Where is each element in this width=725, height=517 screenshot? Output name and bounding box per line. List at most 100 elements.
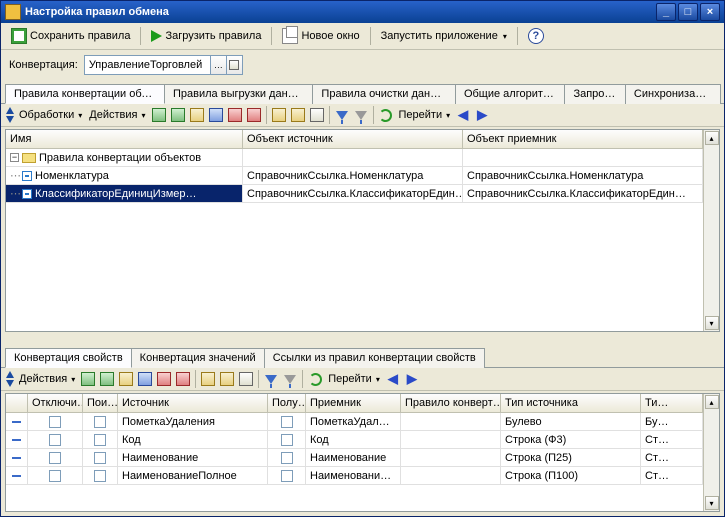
add-folder-button[interactable] (169, 106, 187, 124)
actions-menu[interactable]: Действия (16, 372, 78, 386)
close-button[interactable]: × (700, 3, 720, 21)
newwin-label: Новое окно (301, 30, 359, 42)
minimize-button[interactable]: _ (656, 3, 676, 21)
move-down-button[interactable] (6, 380, 14, 387)
copy-button[interactable] (117, 370, 135, 388)
conversion-select-button[interactable]: … (210, 56, 226, 74)
level-up-button[interactable] (199, 370, 217, 388)
delete-button[interactable] (155, 370, 173, 388)
col-search[interactable]: Пои… (83, 394, 118, 412)
tab-clean-rules[interactable]: Правила очистки данных (312, 84, 456, 104)
col-mark[interactable] (6, 394, 28, 412)
arrow-right-button[interactable]: ▶ (403, 370, 421, 388)
table-row[interactable]: НаименованиеНаименованиеСтрока (П25)Ст… (6, 449, 703, 467)
scroll-up-button[interactable]: ▴ (705, 131, 719, 145)
goto-menu[interactable]: Перейти (396, 108, 454, 122)
tree-root-row[interactable]: −Правила конвертации объектов (6, 149, 703, 167)
get-checkbox[interactable] (281, 434, 293, 446)
load-rules-button[interactable]: Загрузить правила (147, 28, 265, 44)
filter-button[interactable] (333, 106, 351, 124)
col-dest[interactable]: Объект приемник (463, 130, 703, 148)
arrow-right-button[interactable]: ▶ (473, 106, 491, 124)
move-up-button[interactable] (6, 371, 14, 378)
refresh-button[interactable] (377, 106, 395, 124)
move-down-button[interactable] (6, 116, 14, 123)
conversion-input[interactable] (85, 56, 210, 74)
obrabotki-menu[interactable]: Обработки (16, 108, 85, 122)
disabled-checkbox[interactable] (49, 470, 61, 482)
col-get[interactable]: Полу… (268, 394, 306, 412)
help-button[interactable]: ? (524, 26, 548, 46)
disabled-checkbox[interactable] (49, 452, 61, 464)
scroll-down-button[interactable]: ▾ (705, 496, 719, 510)
hierarchy-button[interactable] (237, 370, 255, 388)
maximize-button[interactable]: □ (678, 3, 698, 21)
get-checkbox[interactable] (281, 416, 293, 428)
scroll-down-button[interactable]: ▾ (705, 316, 719, 330)
delete-button[interactable] (226, 106, 244, 124)
expand-icon[interactable]: − (10, 153, 19, 162)
refresh-button[interactable] (306, 370, 324, 388)
edit-button[interactable] (136, 370, 154, 388)
upper-scrollbar[interactable]: ▴ ▾ (703, 130, 719, 331)
col-tdst[interactable]: Ти… (641, 394, 703, 412)
tab-common-algorithms[interactable]: Общие алгоритмы (455, 84, 566, 104)
lower-grid: Отключи… Пои… Источник Полу… Приемник Пр… (5, 393, 720, 512)
copy-button[interactable] (188, 106, 206, 124)
col-source[interactable]: Объект источник (243, 130, 463, 148)
new-window-button[interactable]: Новое окно (278, 26, 363, 46)
run-app-button[interactable]: Запустить приложение (377, 28, 511, 44)
get-checkbox[interactable] (281, 452, 293, 464)
table-row[interactable]: ПометкаУдаленияПометкаУдал…БулевоБу… (6, 413, 703, 431)
arrow-left-button[interactable]: ◀ (384, 370, 402, 388)
search-checkbox[interactable] (94, 452, 106, 464)
add-button[interactable] (150, 106, 168, 124)
filter-off-button[interactable] (352, 106, 370, 124)
add-folder-button[interactable] (98, 370, 116, 388)
tab-value-conversion[interactable]: Конвертация значений (131, 348, 265, 368)
col-tsrc[interactable]: Тип источника (501, 394, 641, 412)
col-rule[interactable]: Правило конверт… (401, 394, 501, 412)
table-row[interactable]: КодКодСтрока (Ф3)Ст… (6, 431, 703, 449)
mark-delete-button[interactable] (174, 370, 192, 388)
hierarchy-button[interactable] (308, 106, 326, 124)
search-checkbox[interactable] (94, 434, 106, 446)
save-rules-button[interactable]: Сохранить правила (7, 26, 134, 46)
goto-menu[interactable]: Перейти (325, 372, 383, 386)
filter-off-button[interactable] (281, 370, 299, 388)
upper-tabs: Правила конвертации объе… Правила выгруз… (1, 80, 724, 104)
edit-button[interactable] (207, 106, 225, 124)
actions-menu[interactable]: Действия (86, 108, 148, 122)
splitter[interactable] (1, 332, 724, 338)
level-down-button[interactable] (218, 370, 236, 388)
tab-sync[interactable]: Синхронизация (625, 84, 721, 104)
mark-delete-button[interactable] (245, 106, 263, 124)
disabled-checkbox[interactable] (49, 434, 61, 446)
tab-refs[interactable]: Ссылки из правил конвертации свойств (264, 348, 485, 368)
level-up-button[interactable] (270, 106, 288, 124)
search-checkbox[interactable] (94, 470, 106, 482)
scroll-up-button[interactable]: ▴ (705, 395, 719, 409)
add-button[interactable] (79, 370, 97, 388)
col-src[interactable]: Источник (118, 394, 268, 412)
table-row[interactable]: ⋯КлассификаторЕдиницИзмер… СправочникСсы… (6, 185, 703, 203)
arrow-left-button[interactable]: ◀ (454, 106, 472, 124)
tab-queries[interactable]: Запросы (564, 84, 625, 104)
tab-export-rules[interactable]: Правила выгрузки данных (164, 84, 313, 104)
lower-scrollbar[interactable]: ▴ ▾ (703, 394, 719, 511)
tab-prop-conversion[interactable]: Конвертация свойств (5, 348, 132, 368)
search-checkbox[interactable] (94, 416, 106, 428)
conversion-open-button[interactable] (226, 56, 242, 74)
level-down-button[interactable] (289, 106, 307, 124)
move-up-button[interactable] (6, 107, 14, 114)
table-row[interactable]: НаименованиеПолноеНаименовани…Строка (П1… (6, 467, 703, 485)
tab-objects[interactable]: Правила конвертации объе… (5, 84, 165, 104)
conversion-combo[interactable]: … (84, 55, 243, 75)
disabled-checkbox[interactable] (49, 416, 61, 428)
get-checkbox[interactable] (281, 470, 293, 482)
col-name[interactable]: Имя (6, 130, 243, 148)
col-dst[interactable]: Приемник (306, 394, 401, 412)
col-disabled[interactable]: Отключи… (28, 394, 83, 412)
table-row[interactable]: ⋯Номенклатура СправочникСсылка.Номенклат… (6, 167, 703, 185)
filter-button[interactable] (262, 370, 280, 388)
